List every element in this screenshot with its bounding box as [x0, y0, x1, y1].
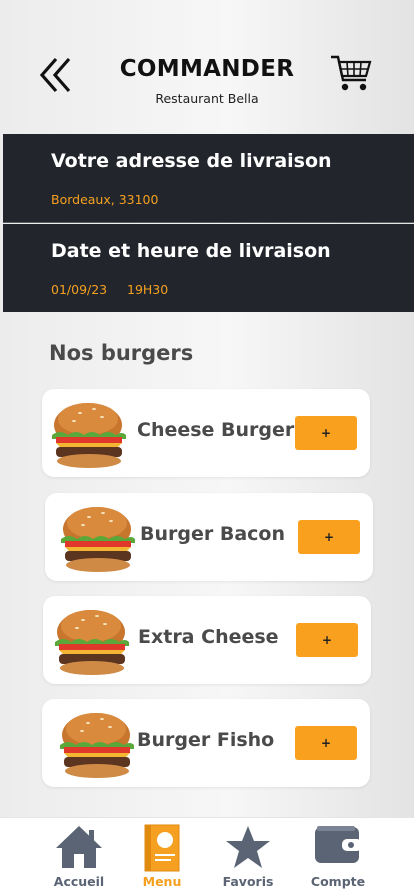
delivery-address-panel[interactable]: Votre adresse de livraison Bordeaux, 331…	[3, 134, 414, 223]
menu-item-name: Extra Cheese	[138, 626, 279, 648]
menu-item-name: Cheese Burger	[137, 419, 295, 441]
nav-label: Menu	[142, 874, 182, 889]
delivery-address-value: Bordeaux, 33100	[51, 192, 159, 207]
header: COMMANDER Restaurant Bella	[0, 0, 414, 130]
menu-item-card[interactable]: Burger Bacon +	[45, 493, 373, 581]
bottom-nav: Accueil Menu Favoris Compte	[0, 817, 414, 896]
delivery-date-value: 01/09/23	[51, 282, 108, 297]
nav-item-menu[interactable]: Menu	[112, 818, 212, 896]
delivery-datetime-title: Date et heure de livraison	[51, 240, 331, 262]
burger-image	[55, 499, 139, 575]
add-to-cart-button[interactable]: +	[295, 416, 357, 450]
add-to-cart-button[interactable]: +	[295, 726, 357, 760]
home-icon	[56, 826, 102, 868]
shopping-cart-icon	[331, 55, 372, 91]
section-title: Nos burgers	[49, 341, 194, 365]
menu-item-card[interactable]: Extra Cheese +	[43, 596, 371, 684]
delivery-time-value: 19H30	[127, 282, 169, 297]
add-to-cart-button[interactable]: +	[296, 623, 358, 657]
delivery-datetime-panel[interactable]: Date et heure de livraison 01/09/23 19H3…	[3, 224, 414, 312]
delivery-address-title: Votre adresse de livraison	[51, 150, 332, 172]
burger-image	[49, 602, 133, 678]
nav-item-favoris[interactable]: Favoris	[198, 818, 298, 896]
add-to-cart-button[interactable]: +	[298, 520, 360, 554]
star-icon	[226, 826, 270, 868]
burger-image	[46, 395, 130, 471]
nav-item-compte[interactable]: Compte	[288, 818, 388, 896]
cart-button[interactable]	[330, 54, 372, 94]
nav-label: Favoris	[222, 874, 274, 889]
menu-item-name: Burger Bacon	[140, 523, 285, 545]
wallet-icon	[315, 826, 362, 863]
menu-item-name: Burger Fisho	[137, 729, 275, 751]
menu-item-card[interactable]: Burger Fisho +	[42, 699, 370, 787]
nav-label: Compte	[310, 874, 366, 889]
menu-card-icon	[144, 824, 180, 872]
burger-image	[54, 705, 138, 781]
menu-item-card[interactable]: Cheese Burger +	[42, 389, 370, 477]
